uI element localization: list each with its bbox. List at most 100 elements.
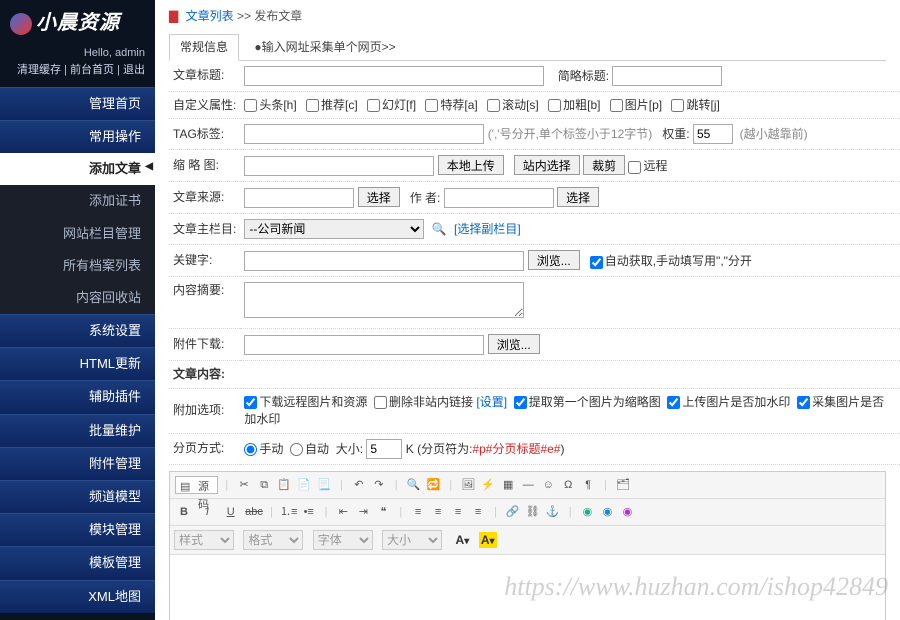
summary-textarea[interactable] [244,282,524,318]
tab-collect-url[interactable]: ●输入网址采集单个网页>> [244,35,405,60]
tb-image-icon[interactable]: 🖼 [459,476,477,494]
rb-auto[interactable] [290,443,303,456]
nav-channel[interactable]: 频道模型 [0,480,155,513]
tb-underline-icon[interactable]: U [222,503,240,521]
tb-hr-icon[interactable]: ― [519,476,537,494]
rb-manual[interactable] [244,443,257,456]
tb-anchor-icon[interactable]: ⚓ [544,503,562,521]
btn-author-select[interactable]: 选择 [557,187,599,207]
editor-content[interactable] [170,555,885,620]
tb-link-icon[interactable]: 🔗 [504,503,522,521]
tb-undo-icon[interactable]: ↶ [350,476,368,494]
cb-headline[interactable] [244,99,257,112]
author-input[interactable] [444,188,554,208]
tb-left-icon[interactable]: ≡ [409,503,427,521]
btn-keywords-browse[interactable]: 浏览... [528,250,580,270]
tb-find-icon[interactable]: 🔍 [405,476,423,494]
tb-flash-icon[interactable]: ⚡ [479,476,497,494]
tb-bold-icon[interactable]: B [175,503,193,521]
cb-extract-thumb[interactable] [514,396,527,409]
crumb-list[interactable]: 文章列表 [186,9,234,23]
magnifier-icon[interactable]: 🔍 [432,222,447,236]
sel-format[interactable]: 格式 [243,530,303,550]
cb-remote[interactable] [628,161,641,174]
tb-scissors-icon[interactable]: ✂ [235,476,253,494]
sidebar-item-add-article[interactable]: 添加文章 [0,153,155,185]
tb-outdent-icon[interactable]: ⇤ [334,503,352,521]
tb-char-icon[interactable]: Ω [559,476,577,494]
short-title-input[interactable] [612,66,722,86]
tb-smiley-icon[interactable]: ☺ [539,476,557,494]
tb-ext3-icon[interactable]: ◉ [618,503,636,521]
cb-upload-wm[interactable] [667,396,680,409]
nav-batch[interactable]: 批量维护 [0,414,155,447]
weight-input[interactable] [693,124,733,144]
tb-italic-icon[interactable]: I [198,503,216,521]
tb-ext1-icon[interactable]: ◉ [578,503,596,521]
tb-right-icon[interactable]: ≡ [449,503,467,521]
sel-font[interactable]: 字体 [313,530,373,550]
nav-attach[interactable]: 附件管理 [0,447,155,480]
sel-style[interactable]: 样式 [174,530,234,550]
cb-bold[interactable] [548,99,561,112]
cb-scroll[interactable] [487,99,500,112]
thumb-input[interactable] [244,156,434,176]
cb-recommend[interactable] [306,99,319,112]
nav-html[interactable]: HTML更新 [0,347,155,380]
column-select[interactable]: --公司新闻 [244,219,424,239]
tb-strike-icon[interactable]: abc [245,503,263,521]
cb-jump[interactable] [671,99,684,112]
tb-break-icon[interactable]: ¶ [579,476,597,494]
nav-system[interactable]: 系统设置 [0,314,155,347]
keywords-input[interactable] [244,251,524,271]
cb-auto-kw[interactable] [590,256,603,269]
sidebar-item-columns[interactable]: 网站栏目管理 [0,218,155,250]
tb-table-icon[interactable]: ▦ [499,476,517,494]
tb-justify-icon[interactable]: ≡ [469,503,487,521]
tb-ul-icon[interactable]: •≡ [300,503,318,521]
sidebar-item-add-cert[interactable]: 添加证书 [0,185,155,217]
subcolumn-link[interactable]: [选择副栏目] [454,222,521,236]
link-settings[interactable]: [设置] [476,395,507,409]
nav-home[interactable]: 管理首页 [0,87,155,120]
tab-general[interactable]: 常规信息 [169,34,239,61]
tb-quote-icon[interactable]: ❝ [374,503,392,521]
tb-paste-icon[interactable]: 📋 [275,476,293,494]
tb-unlink-icon[interactable]: ⛓ [524,503,542,521]
nav-plugin[interactable]: 辅助插件 [0,380,155,413]
nav-template[interactable]: 模板管理 [0,546,155,579]
btn-local-upload[interactable]: 本地上传 [438,155,504,175]
tag-input[interactable] [244,124,484,144]
btn-source-select[interactable]: 选择 [358,187,400,207]
sidebar-item-recycle[interactable]: 内容回收站 [0,282,155,314]
clear-cache-link[interactable]: 清理缓存 [17,64,61,76]
btn-site-select[interactable]: 站内选择 [514,155,580,175]
nav-module[interactable]: 模块管理 [0,513,155,546]
tb-textcolor-icon[interactable]: A▾ [453,532,471,548]
tb-center-icon[interactable]: ≡ [429,503,447,521]
tb-ext2-icon[interactable]: ◉ [598,503,616,521]
title-input[interactable] [244,66,544,86]
tb-indent-icon[interactable]: ⇥ [354,503,372,521]
tb-copy-icon[interactable]: ⧉ [255,476,273,494]
sidebar-item-archives[interactable]: 所有档案列表 [0,250,155,282]
tb-paste2-icon[interactable]: 📄 [295,476,313,494]
cb-special[interactable] [425,99,438,112]
cb-image[interactable] [610,99,623,112]
tb-bgcolor-icon[interactable]: A▾ [479,532,497,548]
nav-xml[interactable]: XML地图 [0,580,155,613]
tb-redo-icon[interactable]: ↷ [370,476,388,494]
btn-download-browse[interactable]: 浏览... [488,334,540,354]
download-input[interactable] [244,335,484,355]
cb-del-links[interactable] [374,396,387,409]
cb-collect-wm[interactable] [797,396,810,409]
tb-ol-icon[interactable]: ⒈≡ [280,503,298,521]
frontend-link[interactable]: 前台首页 [70,64,114,76]
cb-dl-remote[interactable] [244,396,257,409]
tb-paste3-icon[interactable]: 📃 [315,476,333,494]
logout-link[interactable]: 退出 [123,64,145,76]
sel-size[interactable]: 大小 [382,530,442,550]
tb-gallery-icon[interactable]: 🗂 [614,476,632,494]
btn-crop[interactable]: 裁剪 [583,155,625,175]
tb-source[interactable]: ▤ 源码 [175,476,218,494]
